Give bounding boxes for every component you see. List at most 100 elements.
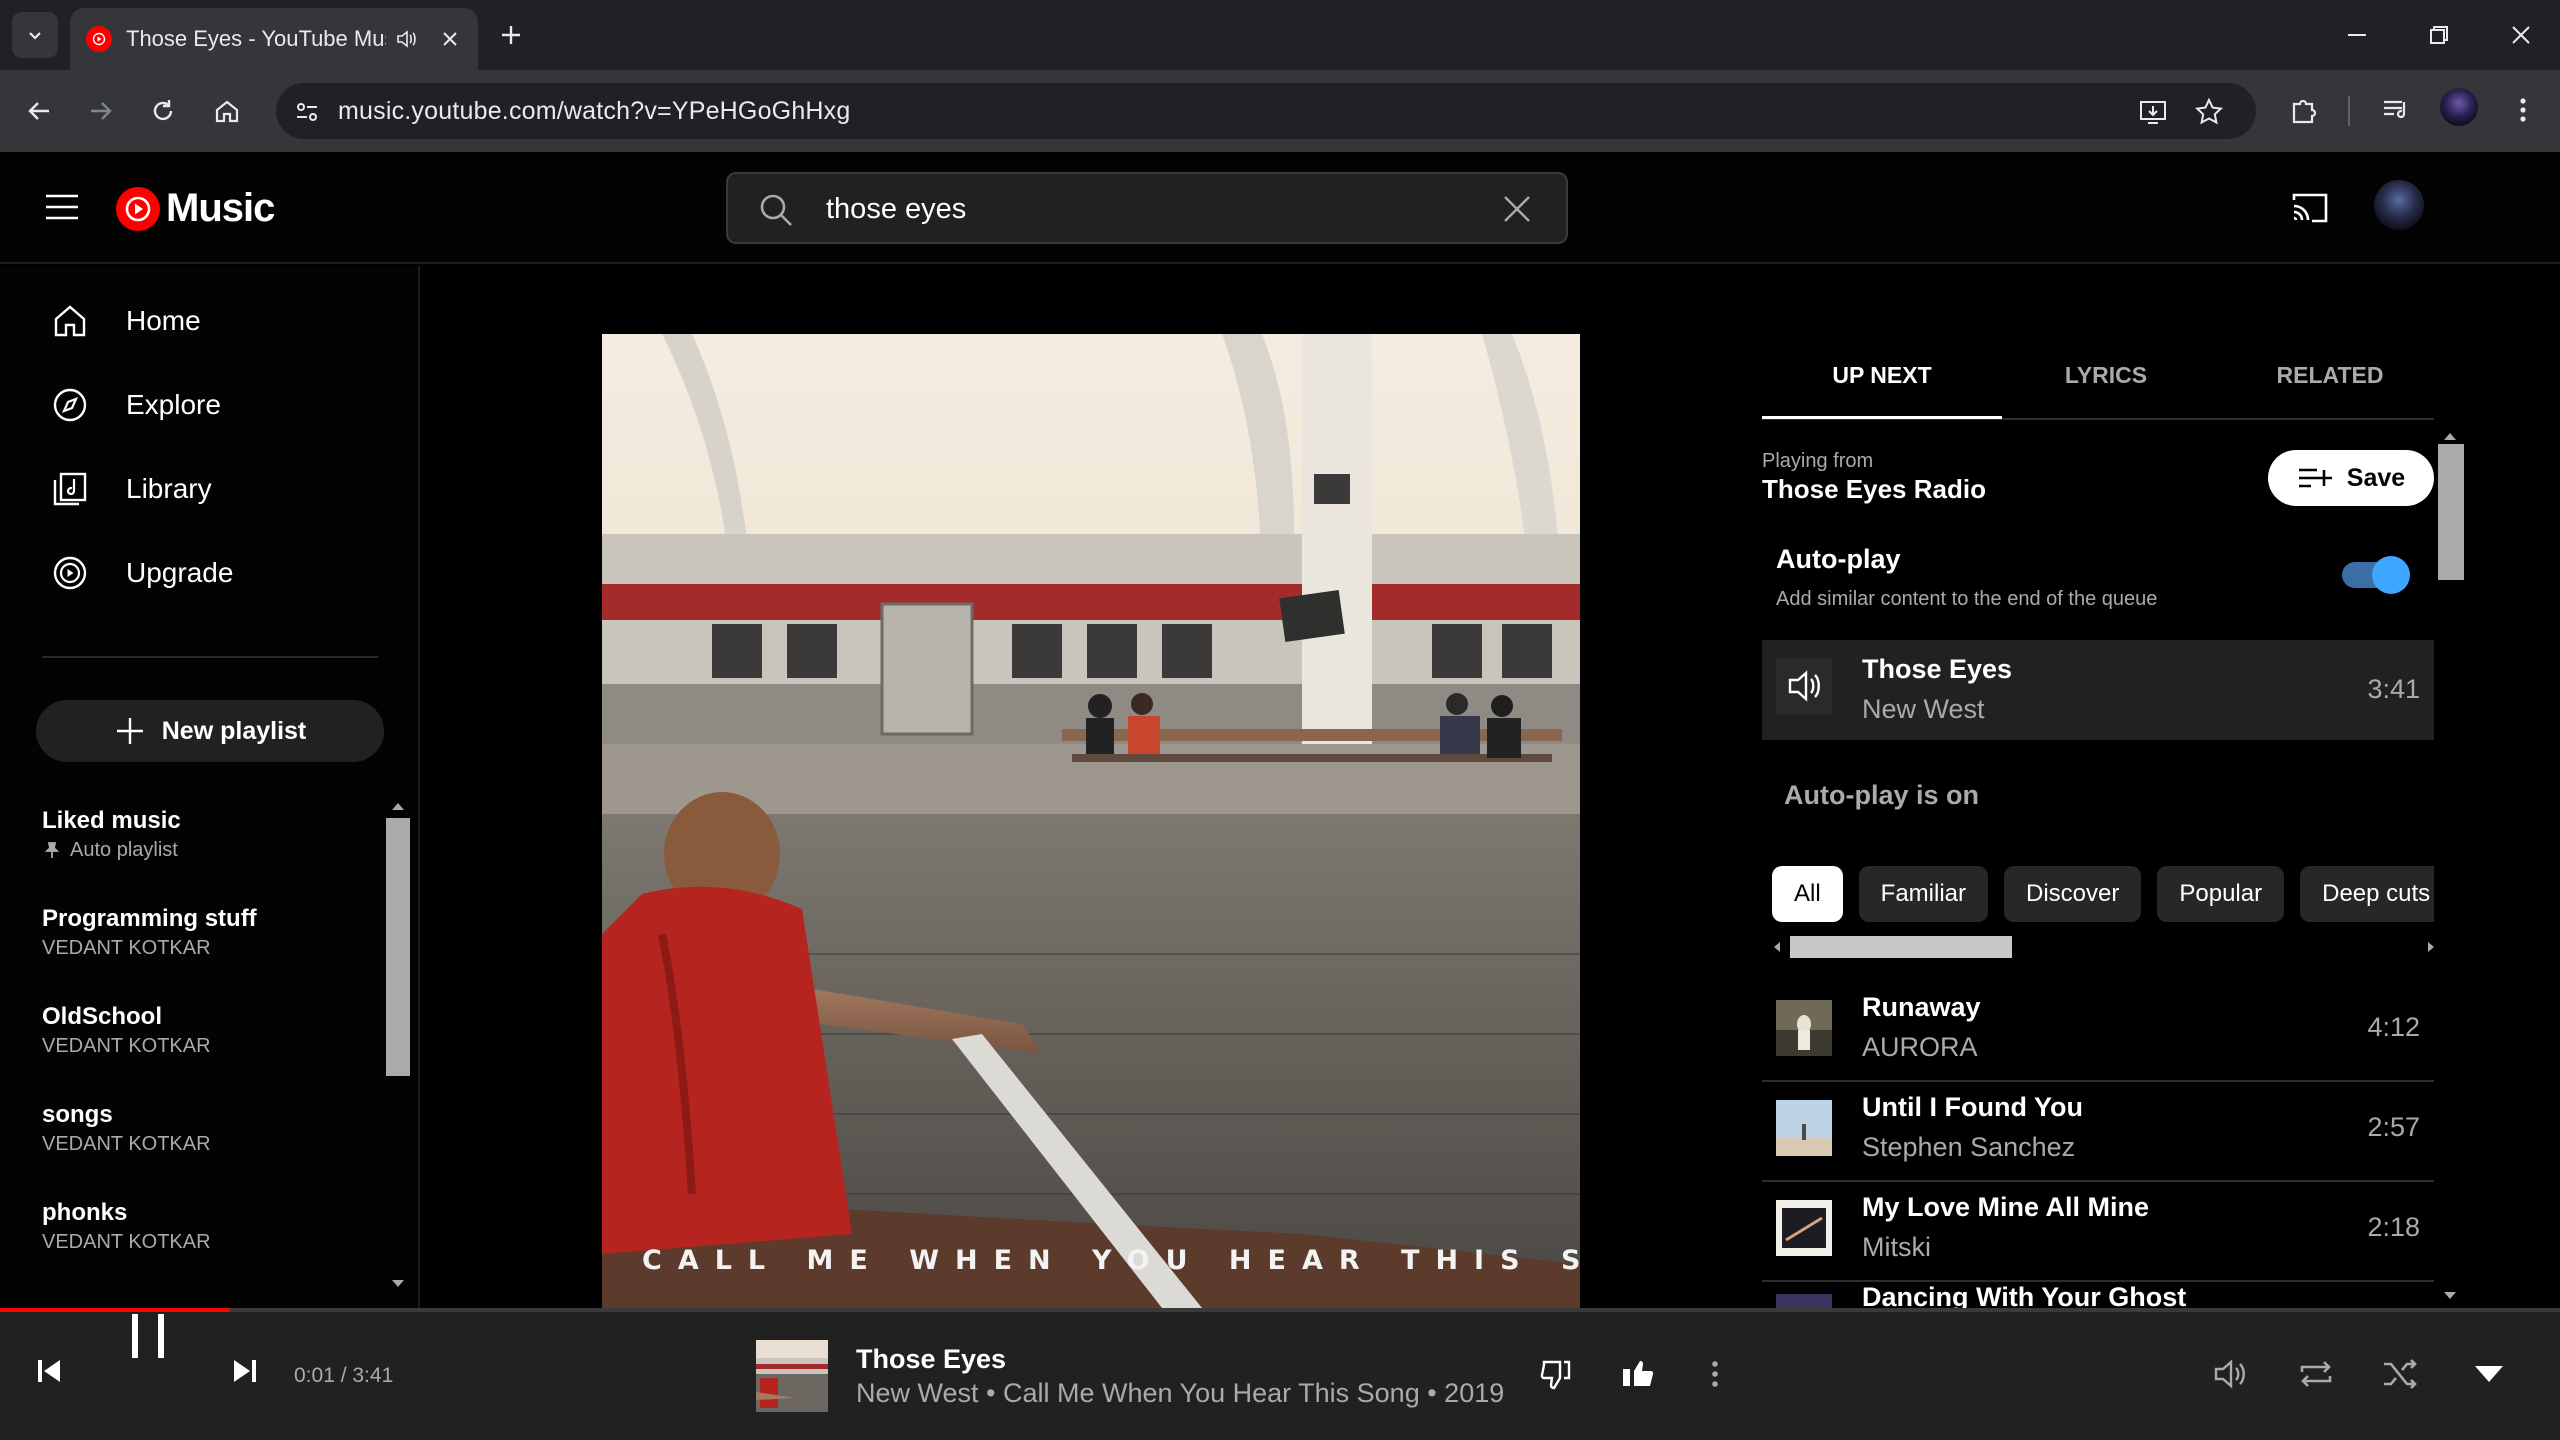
chips-scrollbar-thumb[interactable] bbox=[1790, 936, 2012, 958]
close-window-icon[interactable] bbox=[2504, 18, 2538, 52]
save-queue-button[interactable]: Save bbox=[2268, 450, 2434, 506]
clear-search-icon[interactable] bbox=[1502, 194, 1532, 224]
queue-scrollbar-thumb[interactable] bbox=[2438, 444, 2464, 580]
search-box[interactable] bbox=[726, 172, 1568, 244]
queue-item[interactable]: Runaway AURORA 4:12 bbox=[1762, 982, 2434, 1082]
scroll-up-arrow-icon[interactable] bbox=[390, 800, 406, 812]
menu-icon[interactable] bbox=[44, 192, 80, 222]
active-tab-indicator bbox=[1762, 416, 2002, 419]
sidebar: Home Explore Library Upgrade New playlis… bbox=[0, 266, 420, 1308]
home-page-icon[interactable] bbox=[210, 94, 244, 128]
volume-icon[interactable] bbox=[2212, 1356, 2250, 1392]
sidebar-item-home[interactable]: Home bbox=[50, 296, 201, 346]
queue-current-item[interactable]: Those Eyes New West 3:41 bbox=[1762, 640, 2434, 740]
playlist-subtitle: VEDANT KOTKAR bbox=[42, 1133, 211, 1155]
playlist-item-phonks[interactable]: phonks VEDANT KOTKAR bbox=[42, 1198, 372, 1296]
ytmusic-logo[interactable]: Music bbox=[116, 186, 275, 231]
library-icon bbox=[53, 472, 87, 506]
chevron-down-icon bbox=[29, 32, 41, 40]
sidebar-item-label: Library bbox=[126, 473, 212, 504]
queue-scroll-up-icon[interactable] bbox=[2442, 430, 2458, 442]
restore-icon[interactable] bbox=[2422, 18, 2456, 52]
back-icon[interactable] bbox=[22, 94, 56, 128]
queue-item-partial[interactable]: Dancing With Your Ghost bbox=[1762, 1282, 2434, 1308]
queue-scroll-down-icon[interactable] bbox=[2442, 1290, 2458, 1302]
tab-close-icon[interactable] bbox=[440, 29, 460, 49]
install-app-icon[interactable] bbox=[2138, 97, 2168, 127]
ytmusic-header: Music bbox=[0, 152, 2560, 264]
reload-icon[interactable] bbox=[146, 94, 180, 128]
queue-panel: UP NEXT LYRICS RELATED Playing from Thos… bbox=[1762, 334, 2464, 1308]
address-bar[interactable]: music.youtube.com/watch?v=YPeHGoGhHxg bbox=[276, 83, 2256, 139]
sidebar-item-upgrade[interactable]: Upgrade bbox=[50, 548, 233, 598]
now-playing-subtitle[interactable]: New West • Call Me When You Hear This So… bbox=[856, 1378, 1504, 1409]
browser-toolbar: music.youtube.com/watch?v=YPeHGoGhHxg bbox=[0, 70, 2560, 152]
chip-deep-cuts[interactable]: Deep cuts bbox=[2300, 866, 2434, 922]
track-thumbnail bbox=[1776, 1294, 1832, 1308]
tab-title: Those Eyes - YouTube Music bbox=[126, 26, 386, 51]
chips-scrollbar[interactable] bbox=[1772, 934, 2434, 960]
playlist-item-songs[interactable]: songs VEDANT KOTKAR bbox=[42, 1100, 372, 1198]
url-text: music.youtube.com/watch?v=YPeHGoGhHxg bbox=[338, 97, 851, 125]
browser-tab[interactable]: Those Eyes - YouTube Music bbox=[70, 8, 478, 70]
scroll-right-arrow-icon[interactable] bbox=[2426, 940, 2436, 954]
cast-icon[interactable] bbox=[2290, 190, 2330, 226]
queue-item[interactable]: My Love Mine All Mine Mitski 2:18 bbox=[1762, 1182, 2434, 1282]
tab-search-button[interactable] bbox=[12, 12, 58, 58]
new-tab-icon[interactable] bbox=[494, 18, 528, 52]
progress-bar[interactable] bbox=[0, 1308, 2560, 1312]
like-icon[interactable] bbox=[1620, 1354, 1656, 1390]
toolbar-separator bbox=[2348, 96, 2350, 126]
playlist-item-programming-stuff[interactable]: Programming stuff VEDANT KOTKAR bbox=[42, 904, 372, 1002]
playlist-title: Programming stuff bbox=[42, 905, 257, 932]
minimize-icon[interactable] bbox=[2340, 18, 2374, 52]
new-playlist-button[interactable]: New playlist bbox=[36, 700, 384, 762]
now-playing-title[interactable]: Those Eyes bbox=[856, 1344, 1006, 1375]
autoplay-toggle[interactable] bbox=[2342, 556, 2410, 594]
queue-item-title: My Love Mine All Mine bbox=[1862, 1192, 2150, 1222]
playlist-item-liked-music[interactable]: Liked music Auto playlist bbox=[42, 806, 372, 904]
extensions-icon[interactable] bbox=[2286, 92, 2322, 128]
chip-all[interactable]: All bbox=[1772, 866, 1843, 922]
chip-familiar[interactable]: Familiar bbox=[1858, 866, 1989, 922]
bookmark-star-icon[interactable] bbox=[2194, 97, 2224, 127]
scroll-down-arrow-icon[interactable] bbox=[390, 1278, 406, 1290]
sidebar-item-explore[interactable]: Explore bbox=[50, 380, 221, 430]
forward-icon[interactable] bbox=[84, 94, 118, 128]
chip-popular[interactable]: Popular bbox=[2157, 866, 2285, 922]
expand-player-icon[interactable] bbox=[2472, 1362, 2506, 1386]
search-input[interactable] bbox=[826, 190, 1426, 228]
scroll-left-arrow-icon[interactable] bbox=[1772, 940, 1782, 954]
shuffle-icon[interactable] bbox=[2380, 1356, 2420, 1392]
compass-icon bbox=[53, 388, 87, 422]
playlist-title: OldSchool bbox=[42, 1003, 162, 1030]
more-vert-icon[interactable] bbox=[2506, 92, 2540, 128]
playlist-item-oldschool[interactable]: OldSchool VEDANT KOTKAR bbox=[42, 1002, 372, 1100]
playlist-subtitle: VEDANT KOTKAR bbox=[42, 1035, 211, 1057]
playing-from-playlist: Those Eyes Radio bbox=[1762, 474, 1986, 504]
pause-icon[interactable] bbox=[126, 1308, 170, 1364]
queue-item[interactable]: Until I Found You Stephen Sanchez 2:57 bbox=[1762, 1082, 2434, 1182]
browser-profile-avatar[interactable] bbox=[2440, 88, 2478, 126]
site-info-icon[interactable] bbox=[292, 97, 322, 127]
account-avatar[interactable] bbox=[2374, 180, 2424, 230]
search-icon[interactable] bbox=[758, 192, 794, 228]
now-playing-thumbnail[interactable] bbox=[756, 1340, 828, 1412]
next-track-icon[interactable] bbox=[230, 1356, 260, 1386]
tab-related[interactable]: RELATED bbox=[2218, 362, 2442, 389]
autoplay-filter-chips: All Familiar Discover Popular Deep cuts bbox=[1772, 866, 2434, 924]
media-control-icon[interactable] bbox=[2378, 92, 2414, 128]
tab-lyrics[interactable]: LYRICS bbox=[1994, 362, 2218, 389]
dislike-icon[interactable] bbox=[1538, 1356, 1574, 1392]
queue-item-duration: 2:18 bbox=[2367, 1212, 2420, 1242]
repeat-icon[interactable] bbox=[2296, 1356, 2336, 1392]
more-options-icon[interactable] bbox=[1700, 1356, 1730, 1392]
tab-up-next[interactable]: UP NEXT bbox=[1770, 362, 1994, 389]
chip-discover[interactable]: Discover bbox=[2004, 866, 2142, 922]
album-cover-caption: CALL ME WHEN YOU HEAR THIS SONG bbox=[642, 1245, 1580, 1276]
sidebar-divider bbox=[42, 656, 378, 658]
tab-audio-icon[interactable] bbox=[394, 27, 418, 51]
sidebar-scrollbar-thumb[interactable] bbox=[386, 818, 410, 1076]
previous-track-icon[interactable] bbox=[34, 1356, 64, 1386]
sidebar-item-library[interactable]: Library bbox=[50, 464, 212, 514]
